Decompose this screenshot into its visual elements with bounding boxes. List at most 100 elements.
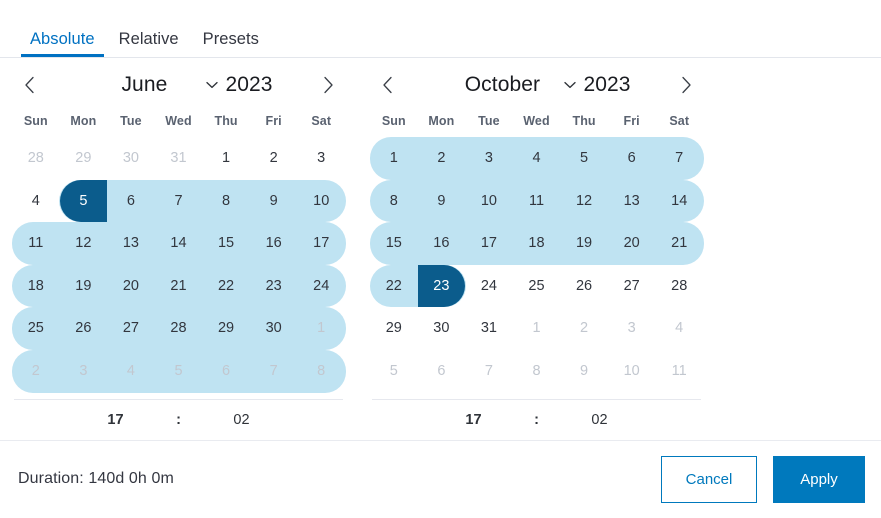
day-cell[interactable]: 5 (370, 350, 418, 393)
minute-input-start[interactable]: 02 (199, 412, 285, 428)
day-cell[interactable]: 25 (513, 265, 561, 308)
day-cell[interactable]: 29 (202, 307, 250, 350)
chevron-left-icon[interactable] (374, 72, 400, 98)
day-cell[interactable]: 22 (202, 265, 250, 308)
day-cell[interactable]: 3 (608, 307, 656, 350)
day-cell[interactable]: 1 (370, 137, 418, 180)
day-cell[interactable]: 3 (465, 137, 513, 180)
day-cell[interactable]: 15 (202, 222, 250, 265)
day-cell[interactable]: 30 (418, 307, 466, 350)
day-cell[interactable]: 5 (155, 350, 203, 393)
day-cell[interactable]: 1 (513, 307, 561, 350)
day-cell[interactable]: 7 (465, 350, 513, 393)
day-cell[interactable]: 29 (60, 137, 108, 180)
day-cell[interactable]: 3 (60, 350, 108, 393)
day-cell[interactable]: 8 (513, 350, 561, 393)
day-cell[interactable]: 15 (370, 222, 418, 265)
day-cell[interactable]: 14 (155, 222, 203, 265)
day-cell[interactable]: 6 (418, 350, 466, 393)
day-cell[interactable]: 2 (250, 137, 298, 180)
selected-date-end[interactable]: 23 (418, 265, 466, 308)
day-cell[interactable]: 18 (12, 265, 60, 308)
minute-input-end[interactable]: 02 (557, 412, 643, 428)
day-cell[interactable]: 11 (12, 222, 60, 265)
chevron-right-icon[interactable] (315, 72, 341, 98)
day-cell[interactable]: 18 (513, 222, 561, 265)
day-cell[interactable]: 6 (107, 180, 155, 223)
day-cell[interactable]: 17 (465, 222, 513, 265)
hour-input-end[interactable]: 17 (431, 412, 517, 428)
day-cell[interactable]: 25 (12, 307, 60, 350)
day-cell[interactable]: 4 (107, 350, 155, 393)
day-cell[interactable]: 12 (560, 180, 608, 223)
hour-input-start[interactable]: 17 (73, 412, 159, 428)
day-cell[interactable]: 8 (297, 350, 345, 393)
day-cell[interactable]: 16 (418, 222, 466, 265)
day-cell[interactable]: 5 (560, 137, 608, 180)
month-year-select-end[interactable]: October2023 (400, 70, 673, 100)
day-cell[interactable]: 8 (202, 180, 250, 223)
day-cell[interactable]: 30 (107, 137, 155, 180)
day-cell[interactable]: 2 (418, 137, 466, 180)
day-cell[interactable]: 24 (297, 265, 345, 308)
day-cell[interactable]: 31 (155, 137, 203, 180)
day-cell[interactable]: 2 (560, 307, 608, 350)
day-cell[interactable]: 8 (370, 180, 418, 223)
month-year-select-start[interactable]: June2023 (42, 70, 315, 100)
day-cell[interactable]: 7 (250, 350, 298, 393)
day-cell[interactable]: 19 (60, 265, 108, 308)
day-cell[interactable]: 30 (250, 307, 298, 350)
tab-relative[interactable]: Relative (107, 0, 191, 57)
day-cell[interactable]: 13 (107, 222, 155, 265)
apply-button[interactable]: Apply (773, 456, 865, 503)
day-cell[interactable]: 9 (418, 180, 466, 223)
day-cell[interactable]: 7 (155, 180, 203, 223)
day-cell[interactable]: 28 (655, 265, 703, 308)
day-cell[interactable]: 10 (465, 180, 513, 223)
day-cell[interactable]: 3 (297, 137, 345, 180)
day-cell[interactable]: 28 (155, 307, 203, 350)
day-cell[interactable]: 13 (608, 180, 656, 223)
tab-presets[interactable]: Presets (191, 0, 271, 57)
day-cell[interactable]: 20 (107, 265, 155, 308)
day-cell[interactable]: 2 (12, 350, 60, 393)
day-cell[interactable]: 4 (655, 307, 703, 350)
day-cell[interactable]: 19 (560, 222, 608, 265)
day-cell[interactable]: 10 (297, 180, 345, 223)
day-cell[interactable]: 6 (202, 350, 250, 393)
day-cell[interactable]: 7 (655, 137, 703, 180)
day-cell[interactable]: 31 (465, 307, 513, 350)
day-cell[interactable]: 26 (60, 307, 108, 350)
day-cell[interactable]: 4 (513, 137, 561, 180)
day-cell[interactable]: 23 (250, 265, 298, 308)
day-cell[interactable]: 9 (560, 350, 608, 393)
day-cell[interactable]: 21 (655, 222, 703, 265)
day-cell[interactable]: 27 (608, 265, 656, 308)
day-cell[interactable]: 22 (370, 265, 418, 308)
chevron-right-icon[interactable] (673, 72, 699, 98)
day-cell[interactable]: 4 (12, 180, 60, 223)
day-cell[interactable]: 26 (560, 265, 608, 308)
day-cell[interactable]: 14 (655, 180, 703, 223)
day-cell[interactable]: 6 (608, 137, 656, 180)
day-cell[interactable]: 1 (202, 137, 250, 180)
day-cell[interactable]: 11 (655, 350, 703, 393)
day-cell[interactable]: 16 (250, 222, 298, 265)
chevron-down-icon[interactable] (206, 81, 218, 89)
chevron-down-icon[interactable] (564, 81, 576, 89)
day-cell[interactable]: 24 (465, 265, 513, 308)
day-cell[interactable]: 28 (12, 137, 60, 180)
day-cell[interactable]: 17 (297, 222, 345, 265)
day-cell[interactable]: 11 (513, 180, 561, 223)
day-cell[interactable]: 21 (155, 265, 203, 308)
selected-date-start[interactable]: 5 (60, 180, 108, 223)
tab-absolute[interactable]: Absolute (18, 0, 107, 57)
day-cell[interactable]: 29 (370, 307, 418, 350)
day-cell[interactable]: 9 (250, 180, 298, 223)
day-cell[interactable]: 12 (60, 222, 108, 265)
chevron-left-icon[interactable] (16, 72, 42, 98)
day-cell[interactable]: 20 (608, 222, 656, 265)
day-cell[interactable]: 10 (608, 350, 656, 393)
day-cell[interactable]: 27 (107, 307, 155, 350)
cancel-button[interactable]: Cancel (661, 456, 757, 503)
